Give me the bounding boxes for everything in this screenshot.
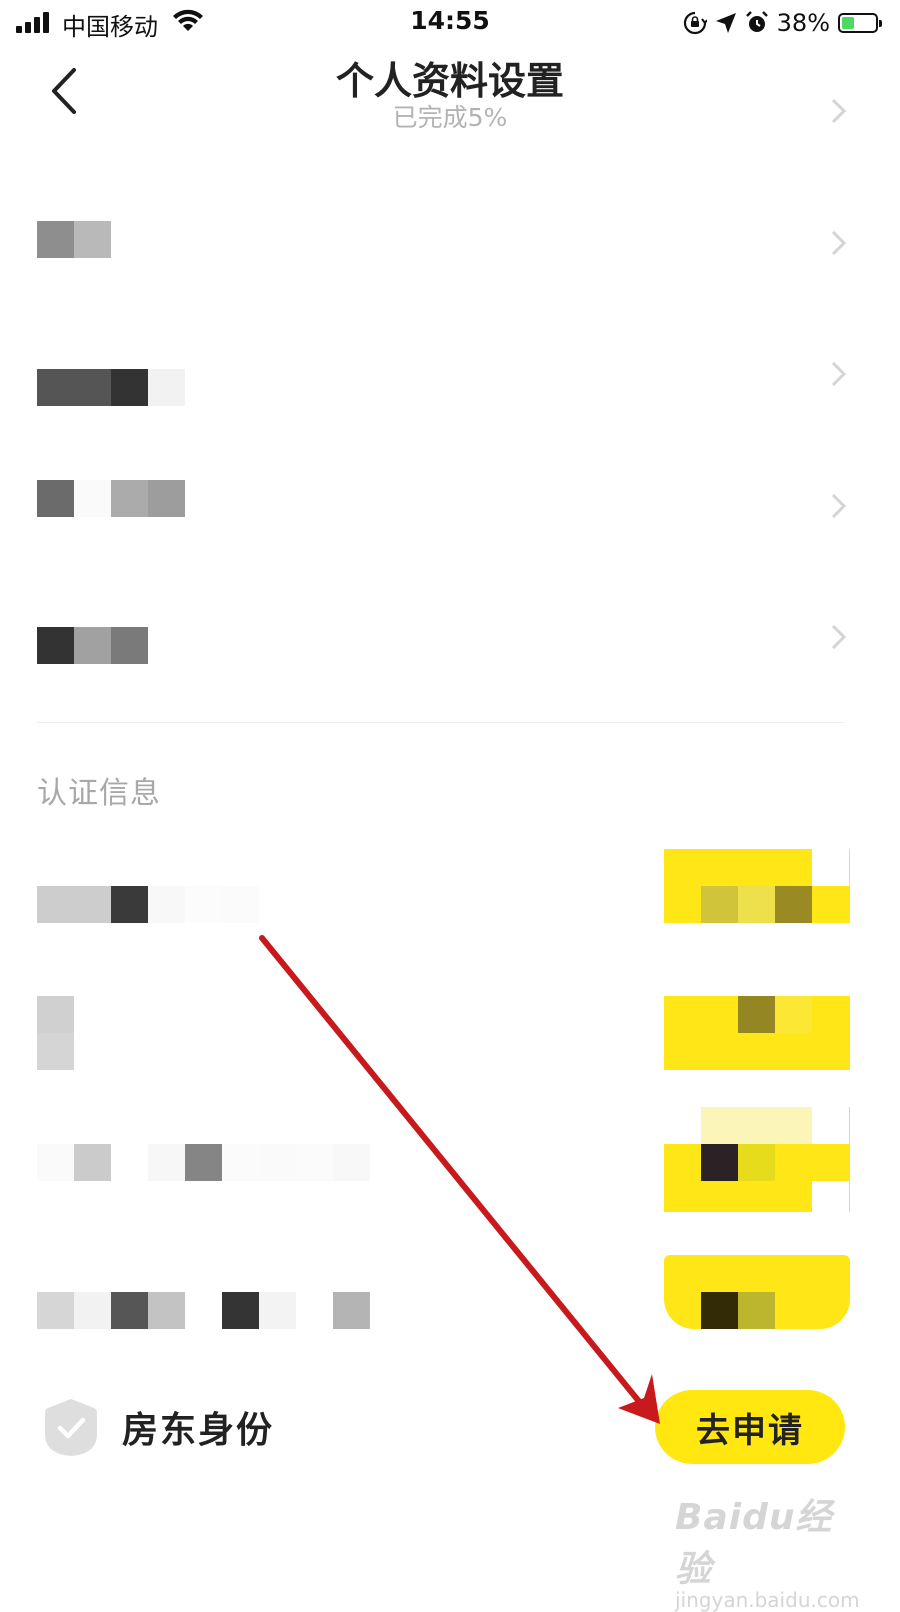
status-bar: 中国移动 14:55 38% bbox=[0, 0, 900, 46]
chevron-right-icon[interactable] bbox=[830, 492, 848, 520]
verification-item-label-redacted bbox=[37, 886, 259, 923]
verification-item-label-redacted bbox=[37, 1292, 370, 1329]
profile-item-label-redacted[interactable] bbox=[37, 627, 148, 664]
chevron-right-icon[interactable] bbox=[830, 360, 848, 388]
profile-item-label-redacted[interactable] bbox=[37, 480, 185, 517]
chevron-right-icon[interactable] bbox=[830, 229, 848, 257]
landlord-identity-label: 房东身份 bbox=[122, 1410, 275, 1451]
rotation-lock-icon bbox=[683, 11, 707, 35]
verification-status-chip-redacted[interactable] bbox=[664, 1107, 850, 1218]
page-title: 个人资料设置 bbox=[335, 59, 564, 103]
section-divider bbox=[37, 722, 844, 723]
watermark-brand: Baidu经验 bbox=[675, 1497, 833, 1590]
completion-progress: 已完成5% bbox=[392, 103, 508, 132]
profile-item-label-redacted[interactable] bbox=[37, 221, 111, 258]
profile-item-label-redacted[interactable] bbox=[37, 369, 185, 406]
location-icon bbox=[715, 13, 736, 33]
battery-icon bbox=[838, 13, 882, 33]
watermark-url: jingyan.baidu.com bbox=[675, 1588, 860, 1612]
battery-percent: 38% bbox=[776, 9, 830, 37]
verification-item-label-redacted bbox=[37, 1144, 370, 1181]
shield-check-icon bbox=[45, 1399, 97, 1456]
chevron-right-icon[interactable] bbox=[830, 97, 848, 125]
alarm-icon bbox=[745, 11, 768, 32]
chevron-right-icon[interactable] bbox=[830, 623, 848, 651]
verification-status-chip-redacted[interactable] bbox=[664, 1255, 850, 1329]
landlord-identity-row: 房东身份 bbox=[42, 1396, 274, 1458]
nav-bar: 个人资料设置 已完成5% bbox=[0, 46, 900, 136]
apply-button[interactable]: 去申请 bbox=[655, 1390, 845, 1464]
verification-status-chip-redacted[interactable] bbox=[664, 849, 850, 923]
baidu-watermark: Baidu经验 jingyan.baidu.com bbox=[675, 1488, 860, 1612]
verification-status-chip-redacted[interactable] bbox=[664, 996, 850, 1070]
section-title-verification: 认证信息 bbox=[37, 776, 161, 811]
verification-item-label-redacted bbox=[37, 996, 74, 1070]
